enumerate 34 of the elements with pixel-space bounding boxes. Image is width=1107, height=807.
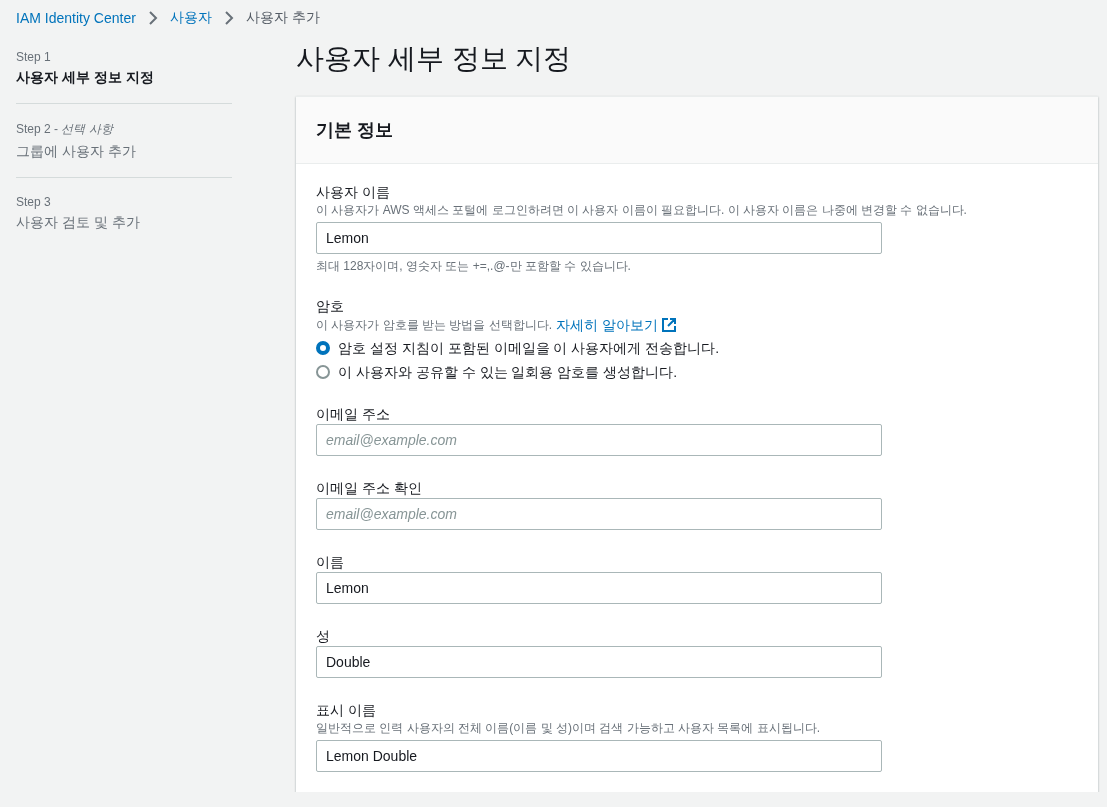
radio-label[interactable]: 암호 설정 지침이 포함된 이메일을 이 사용자에게 전송합니다. [338,338,720,358]
field-label: 암호 [316,297,344,316]
constraint-text: 최대 128자이며, 영숫자 또는 +=,.@-만 포함할 수 있습니다. [316,258,631,274]
field-label: 이메일 주소 [316,405,390,424]
input-field[interactable]: Lemon [316,222,882,254]
input-field[interactable]: Lemon [316,572,882,604]
field-label: 사용자 이름 [316,183,390,202]
external-link-icon [661,318,676,332]
input-field[interactable]: Double [316,646,882,678]
step-number: Step 1 [16,50,52,64]
step-title[interactable]: 사용자 세부 정보 지정 [16,69,232,87]
field-description: 이 사용자가 AWS 액세스 포털에 로그인하려면 이 사용자 이름이 필요합니다. 이 사용자 이름은 나중에 변경할 수 없습니다. [316,202,967,218]
page-title: 사용자 세부 정보 지정 [296,42,573,76]
step-number: Step 3 [16,195,52,209]
field-label: 성 [316,627,330,646]
step-number: Step 2 - 선택 사항 [16,121,115,138]
breadcrumb-current: 사용자 추가 [245,9,320,27]
radio-button[interactable] [316,365,330,379]
input-field[interactable]: email@example.com [316,424,882,456]
field-label: 이름 [316,553,344,572]
radio-label[interactable]: 이 사용자와 공유할 수 있는 일회용 암호를 생성합니다. [338,362,678,382]
field-description: 일반적으로 인력 사용자의 전체 이름(이름 및 성)이며 검색 가능하고 사용자 목록에 표시됩니다. [316,720,820,736]
step-title[interactable]: 그룹에 사용자 추가 [16,143,232,161]
panel-title: 기본 정보 [316,119,393,142]
breadcrumb-link[interactable]: IAM Identity Center [16,10,136,26]
input-field[interactable]: Lemon Double [316,740,882,772]
breadcrumb-link[interactable]: 사용자 [169,9,212,27]
field-label: 표시 이름 [316,701,376,720]
learn-more-link[interactable]: 자세히 알아보기 [556,316,658,334]
step-title[interactable]: 사용자 검토 및 추가 [16,214,232,232]
radio-button[interactable] [316,341,330,355]
field-description: 이 사용자가 암호를 받는 방법을 선택합니다. [316,317,552,334]
field-label: 이메일 주소 확인 [316,479,422,498]
input-field[interactable]: email@example.com [316,498,882,530]
